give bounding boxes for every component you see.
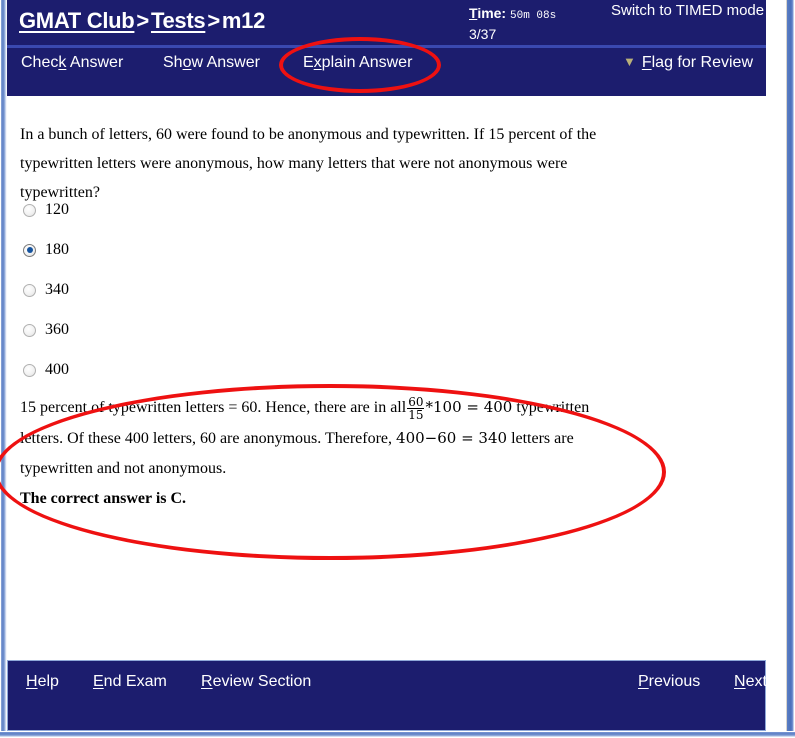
window-scrollbar-right[interactable] bbox=[785, 0, 795, 738]
math-expression-1: *100 = 400 bbox=[425, 398, 513, 416]
timer-block: Time: 50m 08s 3/37 bbox=[469, 4, 556, 43]
window-bottom-border bbox=[0, 731, 795, 738]
end-exam-post: nd Exam bbox=[103, 673, 167, 690]
explain-answer-post: plain Answer bbox=[321, 54, 413, 71]
toolbar: Check Answer Show Answer Explain Answer … bbox=[7, 48, 766, 96]
radio-button-360[interactable] bbox=[23, 323, 36, 337]
answer-choice-option[interactable]: 340 bbox=[23, 270, 323, 310]
app-header: GMAT Club>Tests>m12 Time: 50m 08s 3/37 S… bbox=[7, 0, 766, 96]
explanation-text: 15 percent of typewritten letters = 60. … bbox=[20, 392, 620, 484]
explanation-part-1: 15 percent of typewritten letters = 60. … bbox=[20, 399, 407, 416]
timer-label-rest: ime: bbox=[477, 5, 507, 21]
answer-choice-label: 340 bbox=[45, 281, 69, 298]
check-answer-button[interactable]: Check Answer bbox=[21, 54, 123, 72]
previous-post: revious bbox=[648, 673, 701, 690]
flag-icon: ▼ bbox=[622, 54, 636, 69]
help-button[interactable]: Help bbox=[26, 673, 59, 691]
answer-choice-option[interactable]: 180 bbox=[23, 230, 323, 270]
explain-answer-accel: x bbox=[313, 54, 322, 71]
check-answer-pre: Chec bbox=[21, 54, 59, 71]
correct-answer-statement: The correct answer is C. bbox=[20, 490, 187, 507]
help-accel: H bbox=[26, 673, 38, 690]
show-answer-post: w Answer bbox=[191, 54, 260, 71]
math-expression-2: 400−60 = 340 bbox=[396, 429, 508, 447]
question-content-area: In a bunch of letters, 60 were found to … bbox=[7, 96, 766, 660]
help-post: elp bbox=[37, 673, 59, 690]
end-exam-accel: E bbox=[93, 673, 104, 690]
breadcrumb-link-tests[interactable]: Tests bbox=[151, 8, 206, 33]
answer-choice-label: 120 bbox=[45, 201, 69, 218]
end-exam-button[interactable]: End Exam bbox=[93, 673, 167, 691]
breadcrumb-link-site[interactable]: GMAT Club bbox=[19, 8, 135, 33]
switch-to-timed-mode-link[interactable]: Switch to TIMED mode bbox=[611, 2, 764, 19]
fraction-numerator: 60 bbox=[408, 394, 424, 409]
flag-for-review-accel: F bbox=[641, 54, 652, 71]
review-section-post: eview Section bbox=[212, 673, 312, 690]
previous-accel: P bbox=[638, 673, 649, 690]
show-answer-button[interactable]: Show Answer bbox=[163, 54, 260, 72]
next-post: ext bbox=[745, 673, 767, 690]
radio-button-120[interactable] bbox=[23, 203, 36, 217]
fraction-60-over-15: 60 15 bbox=[407, 394, 425, 422]
show-answer-pre: Sh bbox=[163, 54, 183, 71]
next-question-button[interactable]: Next bbox=[734, 673, 767, 691]
previous-question-button[interactable]: Previous bbox=[638, 673, 700, 691]
answer-choice-option[interactable]: 360 bbox=[23, 310, 323, 350]
breadcrumb-separator-1: > bbox=[136, 8, 149, 33]
next-accel: N bbox=[734, 673, 746, 690]
question-progress: 3/37 bbox=[469, 26, 497, 42]
explain-answer-button[interactable]: Explain Answer bbox=[303, 54, 412, 72]
review-section-accel: R bbox=[201, 673, 213, 690]
window-left-border bbox=[0, 0, 7, 738]
app-footer: Help End Exam Review Section Previous Ne… bbox=[7, 660, 767, 731]
radio-button-400[interactable] bbox=[23, 363, 36, 377]
answer-choice-label: 180 bbox=[45, 241, 69, 258]
radio-button-340[interactable] bbox=[23, 283, 36, 297]
answer-choice-option[interactable]: 120 bbox=[23, 190, 323, 230]
answer-choice-option[interactable]: 400 bbox=[23, 350, 323, 390]
breadcrumb: GMAT Club>Tests>m12 bbox=[19, 8, 265, 34]
answer-choice-list: 120 180 340 360 400 bbox=[23, 190, 323, 390]
review-section-button[interactable]: Review Section bbox=[201, 673, 311, 691]
breadcrumb-separator-2: > bbox=[207, 8, 220, 33]
timer-value: 50m 08s bbox=[510, 10, 557, 22]
flag-for-review-post: lag for Review bbox=[651, 54, 753, 71]
fraction-denominator: 15 bbox=[407, 407, 425, 422]
answer-choice-label: 360 bbox=[45, 321, 69, 338]
exam-window: GMAT Club>Tests>m12 Time: 50m 08s 3/37 S… bbox=[0, 0, 795, 738]
timer-label: Time: bbox=[469, 5, 506, 21]
header-top-row: GMAT Club>Tests>m12 Time: 50m 08s 3/37 S… bbox=[7, 0, 766, 45]
check-answer-post: Answer bbox=[66, 54, 124, 71]
breadcrumb-current-test: m12 bbox=[221, 8, 266, 33]
explain-answer-pre: E bbox=[303, 54, 314, 71]
answer-choice-label: 400 bbox=[45, 361, 69, 378]
flag-for-review-button[interactable]: ▼ Flag for Review bbox=[623, 54, 753, 72]
radio-button-180[interactable] bbox=[23, 243, 36, 257]
